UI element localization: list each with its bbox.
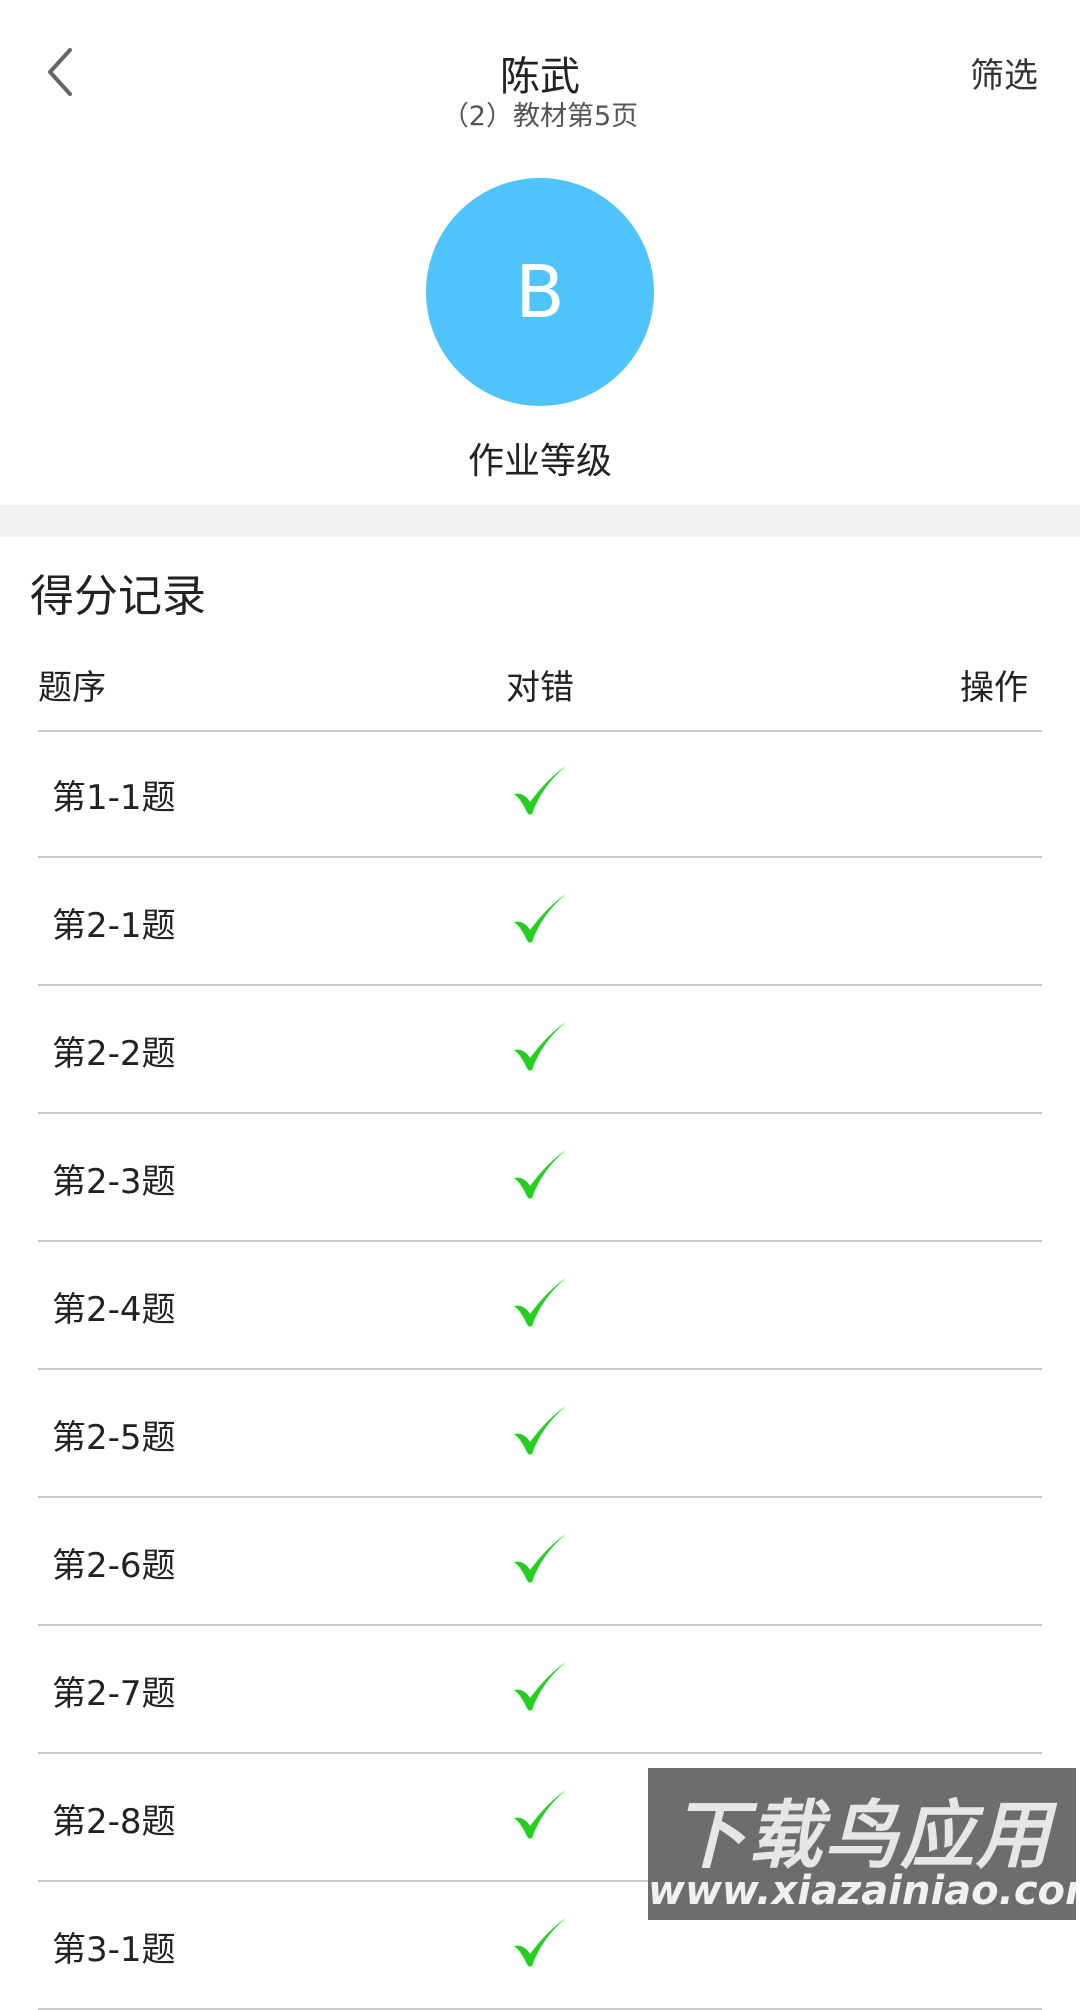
checkmark-icon xyxy=(508,1400,572,1464)
checkmark-icon xyxy=(508,1528,572,1592)
grade-label: 作业等级 xyxy=(467,441,612,482)
table-row[interactable]: 第2-6题 xyxy=(38,1498,1042,1626)
section-title: 得分记录 xyxy=(30,571,206,622)
top-nav-bar: 陈武 （2）教材第5页 筛选 xyxy=(0,0,1080,150)
question-label: 第2-3题 xyxy=(52,1162,176,1202)
watermark-url: www.xiazainiao.com xyxy=(648,1868,1076,1914)
question-label: 第2-4题 xyxy=(52,1290,176,1330)
grade-badge: B xyxy=(426,178,654,406)
checkmark-icon xyxy=(508,1272,572,1336)
question-label: 第2-2题 xyxy=(52,1034,176,1074)
question-label: 第1-1题 xyxy=(52,778,176,818)
watermark-title: 下载鸟应用 xyxy=(672,1793,1052,1879)
question-label: 第3-1题 xyxy=(52,1930,176,1970)
checkmark-icon xyxy=(508,1784,572,1848)
question-label: 第2-6题 xyxy=(52,1546,176,1586)
checkmark-icon xyxy=(508,888,572,952)
section-divider xyxy=(0,505,1080,537)
checkmark-icon xyxy=(508,760,572,824)
column-header-correct: 对错 xyxy=(506,668,574,708)
table-row[interactable]: 第2-4题 xyxy=(38,1242,1042,1370)
question-label: 第2-8题 xyxy=(52,1802,176,1842)
table-row[interactable]: 第2-5题 xyxy=(38,1370,1042,1498)
question-label: 第2-1题 xyxy=(52,906,176,946)
column-header-action: 操作 xyxy=(960,668,1028,708)
grade-letter: B xyxy=(515,250,565,334)
table-row[interactable]: 第1-1题 xyxy=(38,730,1042,858)
checkmark-icon xyxy=(508,1912,572,1976)
table-row[interactable]: 第2-3题 xyxy=(38,1114,1042,1242)
checkmark-icon xyxy=(508,1016,572,1080)
table-row[interactable]: 第2-1题 xyxy=(38,858,1042,986)
table-row[interactable]: 第2-2题 xyxy=(38,986,1042,1114)
checkmark-icon xyxy=(508,1656,572,1720)
filter-button[interactable]: 筛选 xyxy=(970,48,1038,97)
checkmark-icon xyxy=(508,1144,572,1208)
watermark-logo: 下载鸟应用 www.xiazainiao.com xyxy=(648,1768,1076,1920)
question-label: 第2-7题 xyxy=(52,1674,176,1714)
page-subtitle: （2）教材第5页 xyxy=(441,101,639,132)
question-label: 第2-5题 xyxy=(52,1418,176,1458)
table-header: 题序 对错 操作 xyxy=(38,660,1042,732)
table-row[interactable]: 第2-7题 xyxy=(38,1626,1042,1754)
